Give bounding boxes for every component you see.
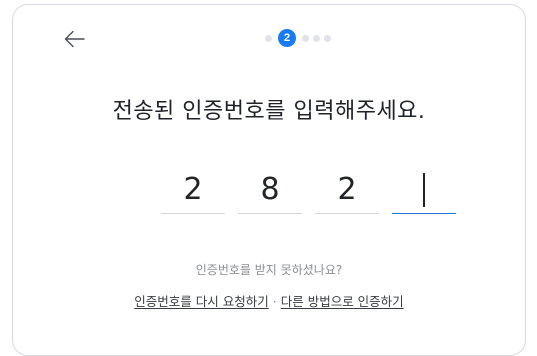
code-digit-3[interactable]: 2 bbox=[315, 167, 379, 214]
code-digit-2[interactable]: 8 bbox=[238, 167, 302, 214]
back-button[interactable] bbox=[63, 27, 87, 51]
code-input-group: 2 8 2 bbox=[161, 167, 456, 214]
resend-hint: 인증번호를 받지 못하셨나요? bbox=[195, 263, 343, 277]
help-links: 인증번호를 다시 요청하기 · 다른 방법으로 인증하기 bbox=[13, 291, 525, 310]
current-step-badge: 2 bbox=[278, 29, 296, 47]
step-dot bbox=[313, 34, 320, 42]
step-indicator: 2 bbox=[265, 29, 331, 47]
verification-card: 2 전송된 인증번호를 입력해주세요. 2 8 2 인증번호를 받지 못하셨나요… bbox=[12, 4, 526, 356]
page-title: 전송된 인증번호를 입력해주세요. bbox=[112, 99, 426, 124]
step-dot bbox=[324, 34, 331, 42]
code-digit-1[interactable]: 2 bbox=[161, 167, 225, 214]
link-separator: · bbox=[272, 294, 277, 309]
other-method-link[interactable]: 다른 방법으로 인증하기 bbox=[281, 294, 404, 309]
step-dot bbox=[265, 34, 272, 42]
arrow-left-icon bbox=[64, 30, 85, 48]
step-dot bbox=[302, 34, 309, 42]
resend-code-link[interactable]: 인증번호를 다시 요청하기 bbox=[134, 294, 268, 309]
code-digit-4[interactable] bbox=[392, 167, 456, 214]
text-caret bbox=[423, 173, 425, 207]
